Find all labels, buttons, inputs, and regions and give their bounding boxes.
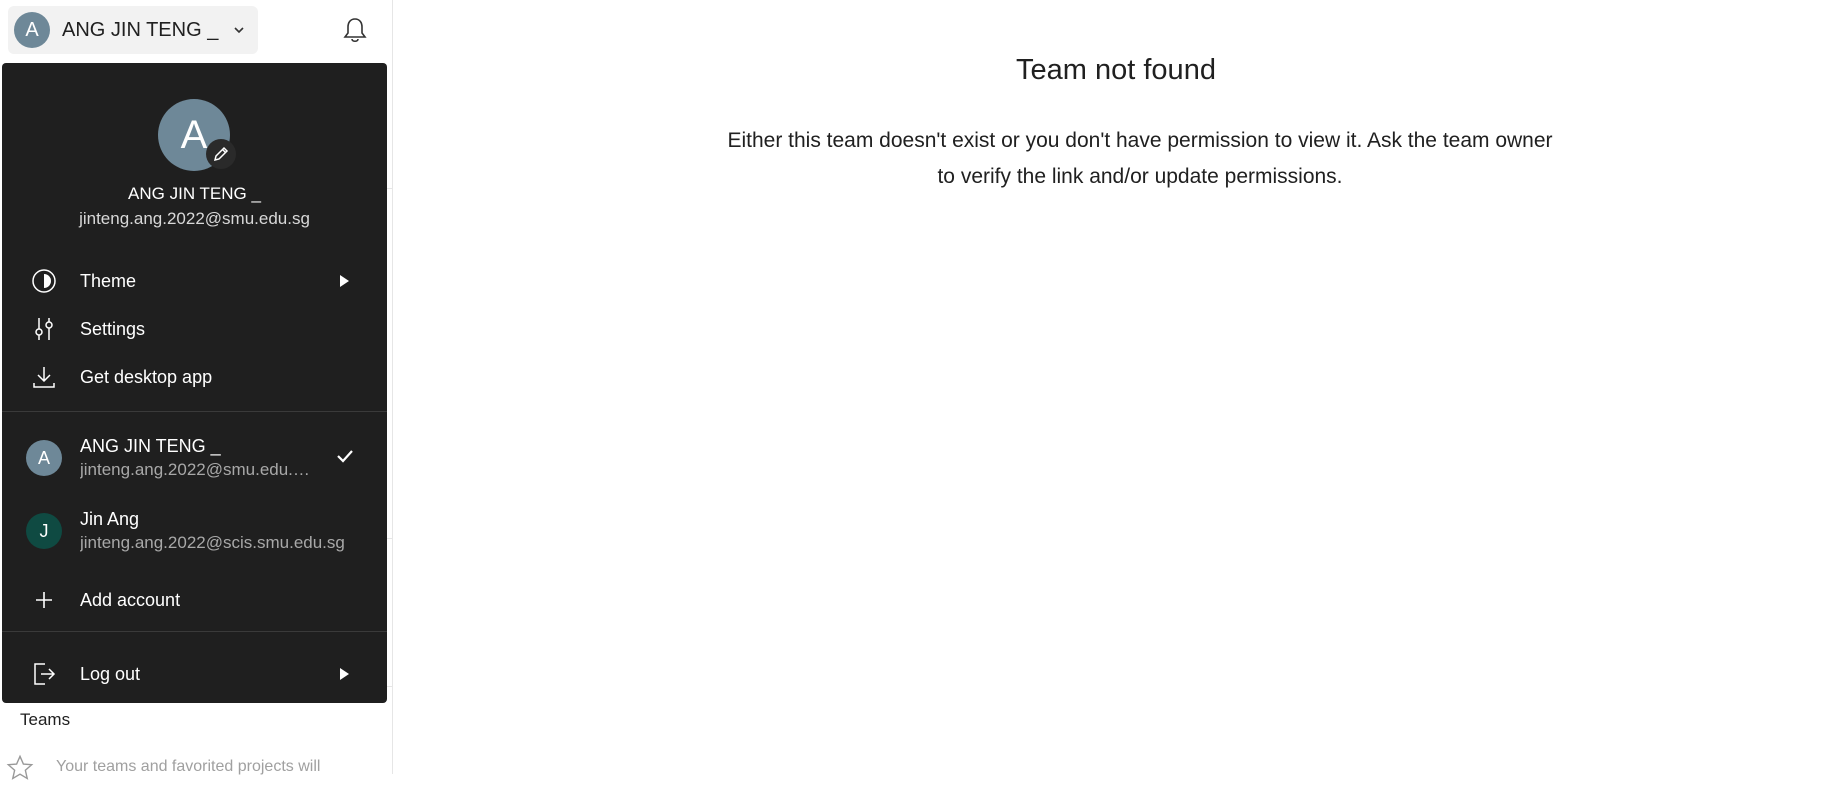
download-icon <box>30 363 58 391</box>
account-menu: A ANG JIN TENG _ jinteng.ang.2022@smu.ed… <box>2 63 387 703</box>
menu-item-get-desktop-app[interactable]: Get desktop app <box>2 354 387 400</box>
logout-icon <box>30 660 58 688</box>
settings-sliders-icon <box>30 315 58 343</box>
menu-divider <box>2 411 387 412</box>
account-name: ANG JIN TENG _ <box>80 436 221 456</box>
menu-item-label: Get desktop app <box>80 366 213 387</box>
theme-icon <box>30 267 58 295</box>
checkmark-icon <box>336 448 354 469</box>
page-title: Team not found <box>1016 54 1216 86</box>
account-item[interactable]: A ANG JIN TENG _ jinteng.ang.2022@smu.ed… <box>2 430 387 486</box>
menu-item-label: Theme <box>80 270 137 291</box>
account-switcher-button[interactable]: A ANG JIN TENG _ <box>8 6 258 54</box>
teams-heading: Teams <box>20 710 71 729</box>
menu-divider <box>2 631 387 632</box>
account-name: Jin Ang <box>80 509 140 529</box>
caret-right-icon <box>338 274 350 288</box>
menu-item-settings[interactable]: Settings <box>2 306 387 352</box>
profile-name: ANG JIN TENG _ <box>128 184 261 203</box>
caret-right-icon <box>338 667 350 681</box>
error-message-line: to verify the link and/or update permiss… <box>937 165 1343 188</box>
menu-item-label: Log out <box>80 663 141 684</box>
error-message-line: Either this team doesn't exist or you do… <box>727 129 1553 152</box>
menu-item-theme[interactable]: Theme <box>2 258 387 304</box>
bell-icon[interactable] <box>342 16 368 49</box>
logout-button[interactable]: Log out <box>2 651 387 697</box>
avatar: J <box>26 513 62 549</box>
account-name: ANG JIN TENG _ <box>62 18 219 41</box>
avatar: A <box>26 440 62 476</box>
teams-empty-text: Your teams and favorited projects will <box>56 758 321 775</box>
menu-item-label: Settings <box>80 318 146 339</box>
plus-icon <box>30 586 58 614</box>
account-item[interactable]: J Jin Ang jinteng.ang.2022@scis.smu.edu.… <box>2 503 387 559</box>
account-email: jinteng.ang.2022@smu.edu.sg <box>80 460 310 479</box>
error-message: Either this team doesn't exist or you do… <box>690 123 1590 195</box>
chevron-down-icon <box>232 23 246 37</box>
avatar: A <box>14 12 50 48</box>
account-email: jinteng.ang.2022@scis.smu.edu.sg <box>80 533 345 552</box>
star-icon <box>6 754 34 787</box>
pencil-icon[interactable] <box>206 139 236 169</box>
menu-item-label: Add account <box>80 589 181 610</box>
profile-email: jinteng.ang.2022@smu.edu.sg <box>79 209 310 228</box>
add-account-button[interactable]: Add account <box>2 577 387 623</box>
